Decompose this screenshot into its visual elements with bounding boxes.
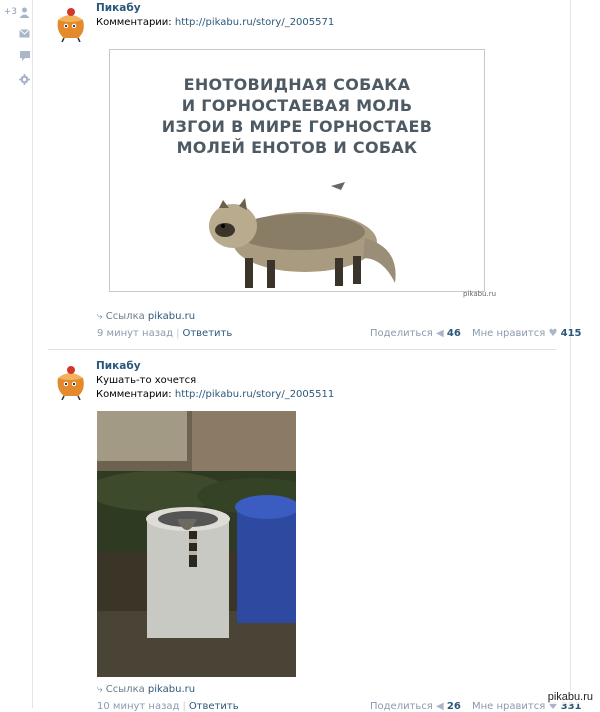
attached-link[interactable]: ⤷ Ссылка pikabu.ru [97, 311, 195, 322]
avatar[interactable] [50, 2, 90, 42]
mail-icon [19, 28, 30, 37]
post-meta: 9 минут назад | Ответить [97, 328, 233, 339]
comments-label: Комментарии: [96, 17, 172, 28]
heart-icon: ♥ [548, 328, 558, 339]
friends-count: +3 [3, 7, 17, 17]
left-rail: +3 [0, 0, 33, 708]
raccoon-in-trash-photo [97, 411, 296, 677]
person-icon [19, 7, 30, 18]
megaphone-icon: ◀ [436, 701, 444, 712]
post-author-link[interactable]: Пикабу [96, 360, 141, 372]
post-author-link[interactable]: Пикабу [96, 2, 141, 14]
like-button[interactable]: Мне нравится ♥ 415 [472, 328, 581, 339]
link-icon: ⤷ [97, 684, 103, 695]
post-comments-line: Комментарии: http://pikabu.ru/story/_200… [96, 389, 334, 400]
post-time[interactable]: 10 минут назад [97, 701, 179, 712]
settings-rail-item[interactable] [0, 71, 30, 87]
site-watermark-badge: pikabu.ru [544, 690, 596, 704]
comments-url-link[interactable]: http://pikabu.ru/story/_2005571 [175, 17, 334, 28]
post-comments-line: Комментарии: http://pikabu.ru/story/_200… [96, 17, 334, 28]
share-button[interactable]: Поделиться ◀ 26 [370, 701, 461, 712]
post-divider [48, 349, 556, 350]
reply-link[interactable]: Ответить [189, 701, 239, 712]
image-caption: ЕНОТОВИДНАЯ СОБАКА И ГОРНОСТАЕВАЯ МОЛЬ И… [110, 74, 484, 158]
comments-url-link[interactable]: http://pikabu.ru/story/_2005511 [175, 389, 334, 400]
link-icon: ⤷ [97, 311, 103, 322]
image-caption-line: И ГОРНОСТАЕВАЯ МОЛЬ [181, 96, 413, 115]
post-meta: 10 минут назад | Ответить [97, 701, 239, 712]
reply-link[interactable]: Ответить [182, 328, 232, 339]
link-domain[interactable]: pikabu.ru [148, 684, 195, 695]
megaphone-icon: ◀ [436, 328, 444, 339]
raccoon-dog-illustration [209, 182, 396, 288]
like-label: Мне нравится [472, 328, 546, 339]
gear-icon [19, 73, 30, 85]
share-label: Поделиться [370, 328, 433, 339]
like-label: Мне нравится [472, 701, 546, 712]
comments-rail-item[interactable] [0, 48, 30, 64]
image-watermark: pikabu.ru [463, 290, 497, 298]
post-time[interactable]: 9 минут назад [97, 328, 173, 339]
post-text: Кушать-то хочется [96, 375, 197, 386]
messages-rail-item[interactable] [0, 25, 30, 41]
content-right-border [570, 0, 571, 708]
link-domain[interactable]: pikabu.ru [148, 311, 195, 322]
image-caption-line: ЕНОТОВИДНАЯ СОБАКА [183, 75, 411, 94]
share-button[interactable]: Поделиться ◀ 46 [370, 328, 461, 339]
speech-bubble-icon [20, 51, 30, 61]
friends-rail-item[interactable]: +3 [0, 4, 30, 20]
post-image[interactable]: ЕНОТОВИДНАЯ СОБАКА И ГОРНОСТАЕВАЯ МОЛЬ И… [109, 49, 485, 292]
attached-link[interactable]: ⤷ Ссылка pikabu.ru [97, 684, 195, 695]
share-count: 26 [446, 701, 461, 712]
avatar[interactable] [50, 360, 90, 400]
post-image[interactable] [97, 411, 296, 677]
image-caption-line: ИЗГОИ В МИРЕ ГОРНОСТАЕВ [161, 117, 433, 136]
comments-label: Комментарии: [96, 389, 172, 400]
share-label: Поделиться [370, 701, 433, 712]
post-actions: Поделиться ◀ 46 Мне нравится ♥ 415 [370, 328, 581, 339]
like-count: 415 [560, 328, 582, 339]
share-count: 46 [446, 328, 461, 339]
link-label: Ссылка [105, 311, 145, 322]
image-caption-line: МОЛЕЙ ЕНОТОВ И СОБАК [176, 138, 418, 157]
link-label: Ссылка [105, 684, 145, 695]
